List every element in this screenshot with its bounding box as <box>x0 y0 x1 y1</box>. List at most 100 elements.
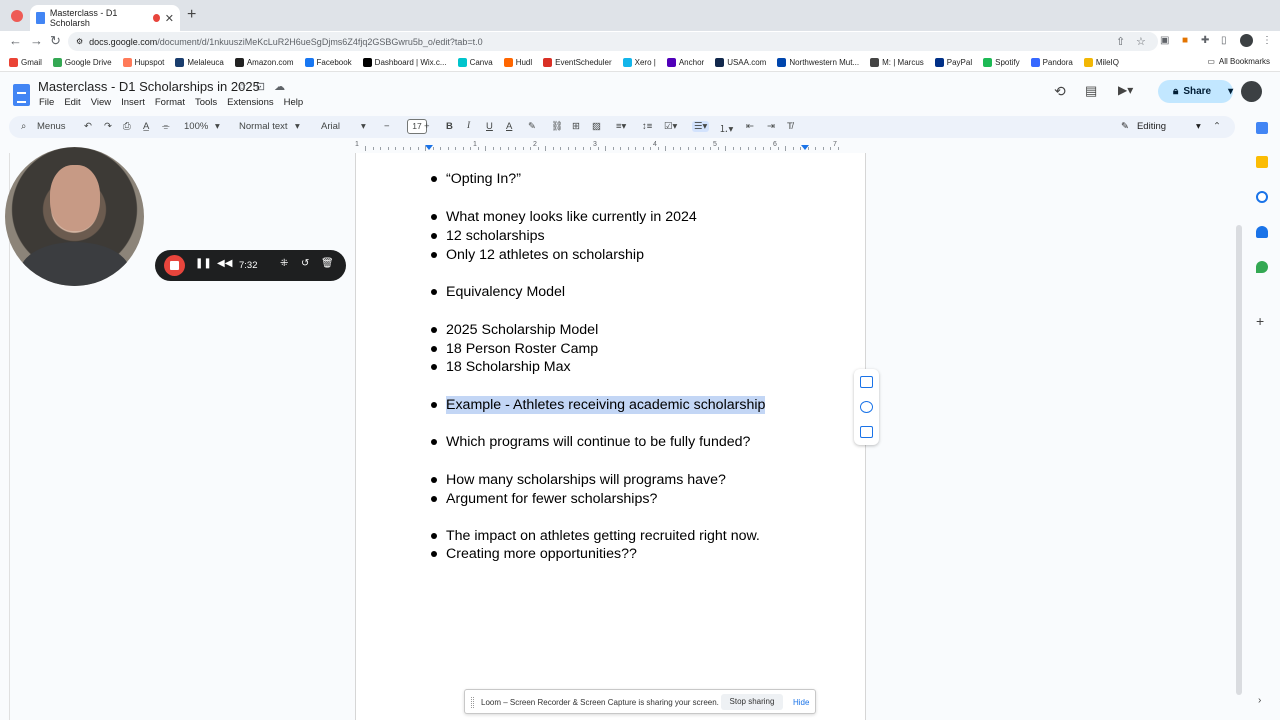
search-menus-label[interactable]: Menus <box>37 121 66 132</box>
spellcheck-icon[interactable]: A̲ <box>143 121 149 132</box>
document-page[interactable]: “Opting In?” What money looks like curren… <box>355 153 866 720</box>
share-button[interactable]: 🔒︎ Share ▾ <box>1158 80 1233 103</box>
close-tab-icon[interactable]: ✕ <box>165 12 174 25</box>
bookmark-item[interactable]: Canva <box>457 57 493 67</box>
keep-icon[interactable] <box>1256 156 1268 168</box>
bookmark-item[interactable]: Spotify <box>983 57 1020 67</box>
cloud-saved-icon[interactable]: ☁ <box>274 80 285 93</box>
rewind-icon[interactable]: ◀◀ <box>217 258 232 269</box>
menu-tools[interactable]: Tools <box>195 97 217 108</box>
bookmark-item[interactable]: Hudl <box>503 57 532 67</box>
list-item[interactable]: “Opting In?” <box>431 170 521 188</box>
menu-view[interactable]: View <box>91 97 111 108</box>
bookmark-item[interactable]: Northwestern Mut... <box>777 57 859 67</box>
bookmark-star-icon[interactable]: ☆ <box>1136 35 1146 48</box>
bookmark-item[interactable]: Pandora <box>1030 57 1073 67</box>
extension-icon[interactable]: ▣ <box>1160 35 1169 46</box>
list-item[interactable]: Creating more opportunities?? <box>431 545 637 563</box>
list-item[interactable]: Only 12 athletes on scholarship <box>431 246 644 264</box>
search-menus-icon[interactable]: ⌕ <box>21 121 26 132</box>
star-icon[interactable]: ☆ <box>237 80 247 93</box>
bookmark-item[interactable]: Hupspot <box>122 57 164 67</box>
menu-edit[interactable]: Edit <box>64 97 80 108</box>
bookmark-item[interactable]: Amazon.com <box>234 57 294 67</box>
bold-icon[interactable]: B <box>446 121 453 132</box>
clear-formatting-icon[interactable]: T̸ <box>787 121 793 132</box>
bookmark-item[interactable]: Dashboard | Wix.c... <box>362 57 447 67</box>
bookmark-item[interactable]: EventScheduler <box>543 57 612 67</box>
close-window-button[interactable] <box>11 10 23 22</box>
maps-icon[interactable] <box>1256 261 1268 273</box>
numbered-list-icon[interactable]: ⒈▾ <box>719 121 733 135</box>
list-item[interactable]: Which programs will continue to be fully… <box>431 433 750 451</box>
left-indent-marker[interactable] <box>425 145 433 150</box>
undo-icon[interactable]: ↶ <box>84 121 92 132</box>
stop-sharing-button[interactable]: Stop sharing <box>721 694 783 710</box>
calendar-icon[interactable] <box>1256 122 1268 134</box>
font-dropdown-icon[interactable]: ▾ <box>361 121 366 132</box>
list-item[interactable]: Equivalency Model <box>431 283 565 301</box>
menu-insert[interactable]: Insert <box>121 97 145 108</box>
bookmark-item[interactable]: Google Drive <box>52 57 112 67</box>
menu-file[interactable]: File <box>39 97 54 108</box>
line-spacing-icon[interactable]: ↕≡ <box>642 121 652 132</box>
increase-indent-icon[interactable]: ⇥ <box>767 121 775 132</box>
right-indent-marker[interactable] <box>801 145 809 150</box>
site-info-icon[interactable]: ⚙ <box>76 37 83 46</box>
drawing-tool-icon[interactable]: ⁜ <box>280 258 288 269</box>
zoom-select[interactable]: 100% <box>184 121 208 132</box>
browser-menu-icon[interactable]: ⋮ <box>1262 35 1272 46</box>
print-icon[interactable]: ⎙ <box>123 121 131 132</box>
get-add-ons-icon[interactable]: + <box>1256 313 1264 329</box>
menu-help[interactable]: Help <box>284 97 304 108</box>
add-comment-icon[interactable]: ⊞ <box>572 121 580 132</box>
reload-icon[interactable]: ↻ <box>50 33 61 49</box>
horizontal-ruler[interactable]: 1 1 2 3 4 5 6 7 <box>355 141 865 153</box>
editing-mode-select[interactable]: ✎ Editing ▾ <box>1121 121 1201 132</box>
bulleted-list-icon[interactable]: ☰▾ <box>692 121 710 132</box>
forward-icon[interactable]: → <box>30 33 43 48</box>
list-item[interactable]: What money looks like currently in 2024 <box>431 208 697 226</box>
bookmark-item[interactable]: Anchor <box>666 57 704 67</box>
text-color-icon[interactable]: A <box>506 121 512 132</box>
version-history-icon[interactable]: ⟲ <box>1054 83 1066 100</box>
browser-tab-active[interactable]: Masterclass - D1 Scholarsh ✕ <box>30 5 180 31</box>
list-item[interactable]: Example - Athletes receiving academic sc… <box>431 396 766 414</box>
account-avatar[interactable] <box>1241 81 1262 102</box>
document-title[interactable]: Masterclass - D1 Scholarships in 2025 <box>38 79 260 94</box>
italic-icon[interactable]: I <box>467 121 470 131</box>
font-select[interactable]: Arial <box>321 121 340 132</box>
meet-video-icon[interactable]: ▶▾ <box>1118 83 1133 97</box>
add-emoji-reaction-icon[interactable] <box>860 401 873 413</box>
bookmark-item[interactable]: USAA.com <box>715 57 766 67</box>
decrease-font-size-icon[interactable]: − <box>384 121 390 132</box>
increase-font-size-icon[interactable]: + <box>424 121 430 132</box>
bookmark-item[interactable]: Facebook <box>304 57 352 67</box>
move-folder-icon[interactable]: ⊡ <box>256 80 265 93</box>
suggest-edits-icon[interactable] <box>860 426 873 438</box>
zoom-dropdown-icon[interactable]: ▾ <box>215 121 220 132</box>
hide-button[interactable]: Hide <box>793 698 809 707</box>
comments-icon[interactable]: ▤ <box>1085 83 1097 99</box>
page-scrollbar[interactable] <box>1236 225 1242 695</box>
bookmark-item[interactable]: M: | Marcus <box>870 57 924 67</box>
highlight-color-icon[interactable]: ✎ <box>528 121 536 132</box>
back-icon[interactable]: ← <box>9 33 22 48</box>
bookmark-item[interactable]: Gmail <box>9 57 42 67</box>
add-comment-icon[interactable] <box>860 376 873 388</box>
pause-icon[interactable]: ❚❚ <box>195 258 212 269</box>
install-icon[interactable]: ⇧ <box>1116 35 1125 48</box>
menu-format[interactable]: Format <box>155 97 185 108</box>
restart-icon[interactable]: ↺ <box>301 258 309 269</box>
style-dropdown-icon[interactable]: ▾ <box>295 121 300 132</box>
profile-avatar[interactable] <box>1240 34 1253 47</box>
list-item[interactable]: How many scholarships will programs have… <box>431 471 726 489</box>
list-item[interactable]: 18 Scholarship Max <box>431 358 571 376</box>
url-input[interactable]: ⚙ docs.google.com/document/d/1nkuusziMeK… <box>68 32 1158 51</box>
loom-camera-bubble[interactable] <box>5 147 144 286</box>
list-item[interactable]: Argument for fewer scholarships? <box>431 490 657 508</box>
delete-icon[interactable]: 🗑︎ <box>321 258 334 269</box>
bookmark-item[interactable]: PayPal <box>934 57 972 67</box>
insert-link-icon[interactable]: ⛓ <box>551 121 563 132</box>
tasks-icon[interactable] <box>1256 191 1268 203</box>
